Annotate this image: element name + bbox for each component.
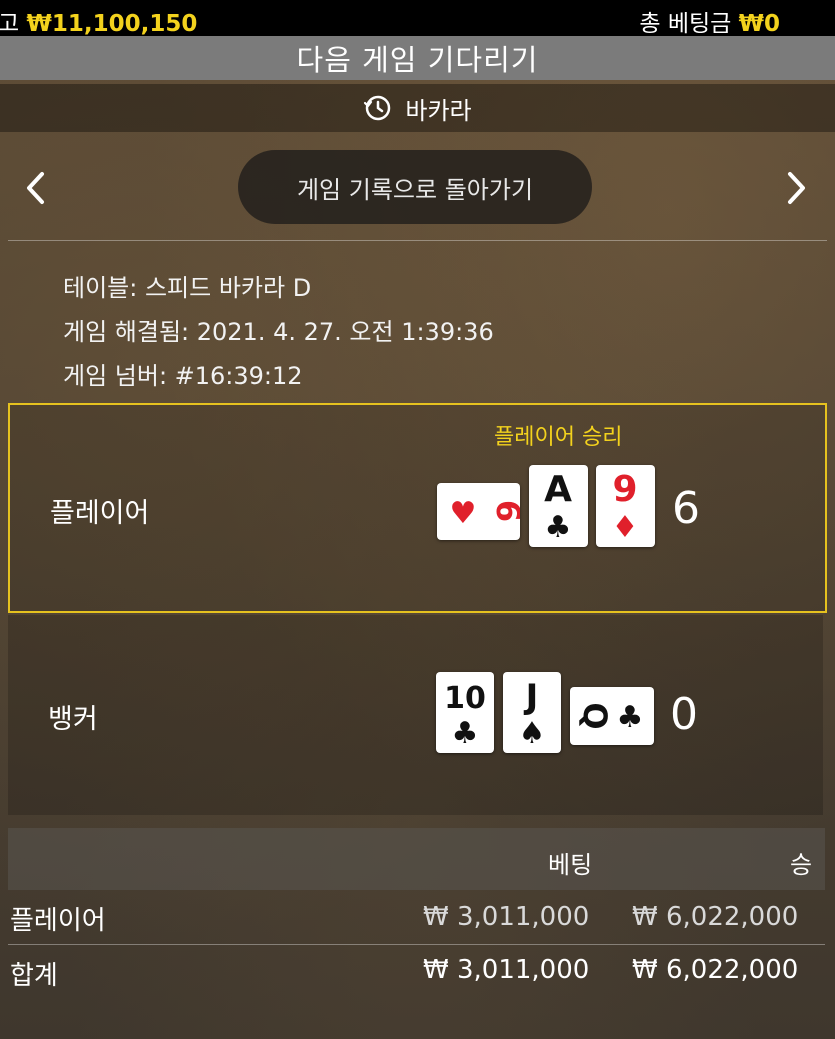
row-label: 플레이어 [10,906,106,936]
card-suit: ♣ [545,510,572,545]
balance-value: ₩11,100,150 [26,11,198,37]
winner-label: 플레이어 승리 [494,425,623,450]
chevron-left-icon [27,172,44,204]
card-rank: J [524,677,539,717]
table-info: 테이블: 스피드 바카라 D [63,274,312,302]
banker-card-1: 10 ♣ [436,672,494,753]
card-rank: 9 [612,469,637,510]
banker-score: 0 [670,689,698,740]
game-name: 바카라 [405,96,472,125]
history-icon [364,95,391,121]
banker-card-2: J ♠ [503,672,561,753]
total-bet-display: 총 베팅금 ₩0 [639,4,780,38]
card-suit: ♠ [519,716,546,751]
row-label: 합계 [10,961,58,991]
column-bet: 베팅 [548,851,593,879]
next-game-button[interactable] [784,168,810,212]
divider [8,944,825,945]
row-win: ₩ 6,022,000 [632,902,799,932]
card-suit: ♣ [617,700,644,735]
card-suit: ♥ [450,496,477,531]
bets-table-header: 베팅 승 [8,828,825,890]
player-hand: 플레이어 승리 플레이어 ♥ 6 A ♣ 9 ♦ 6 [8,403,827,613]
balance-display: 고 ₩11,100,150 [0,4,197,38]
total-bet-value: ₩0 [738,11,780,37]
row-win: ₩ 6,022,000 [632,955,799,985]
card-rank: 10 [444,681,486,716]
player-label: 플레이어 [50,498,150,529]
banker-card-3: Q ♣ [570,687,654,745]
card-rank: A [544,469,572,510]
back-to-history-button[interactable]: 게임 기록으로 돌아가기 [238,150,592,224]
row-bet: ₩ 3,011,000 [423,955,590,985]
balance-bar: 고 ₩11,100,150 총 베팅금 ₩0 [0,0,835,38]
row-bet: ₩ 3,011,000 [423,902,590,932]
player-score: 6 [672,483,700,534]
player-card-3: 9 ♦ [596,465,655,547]
player-card-2: A ♣ [529,465,588,547]
card-suit: ♦ [612,510,639,545]
previous-game-button[interactable] [22,168,48,212]
card-suit: ♣ [452,716,479,751]
banker-hand: 뱅커 10 ♣ J ♠ Q ♣ 0 [8,615,823,815]
divider [8,240,827,241]
card-rank: 6 [489,500,520,522]
game-number: 게임 넘버: #16:39:12 [63,362,303,390]
balance-label: 고 [0,11,20,37]
column-win: 승 [790,851,813,879]
resolved-time: 게임 해결됨: 2021. 4. 27. 오전 1:39:36 [63,318,494,346]
game-name-row: 바카라 [0,84,835,132]
status-bar: 다음 게임 기다리기 [0,36,835,80]
chevron-right-icon [788,172,805,204]
card-rank: Q [576,702,614,729]
total-bet-label: 총 베팅금 [639,11,732,37]
banker-label: 뱅커 [48,704,98,735]
player-card-1: ♥ 6 [437,483,527,540]
page-title: 다음 게임 기다리기 [296,43,539,77]
